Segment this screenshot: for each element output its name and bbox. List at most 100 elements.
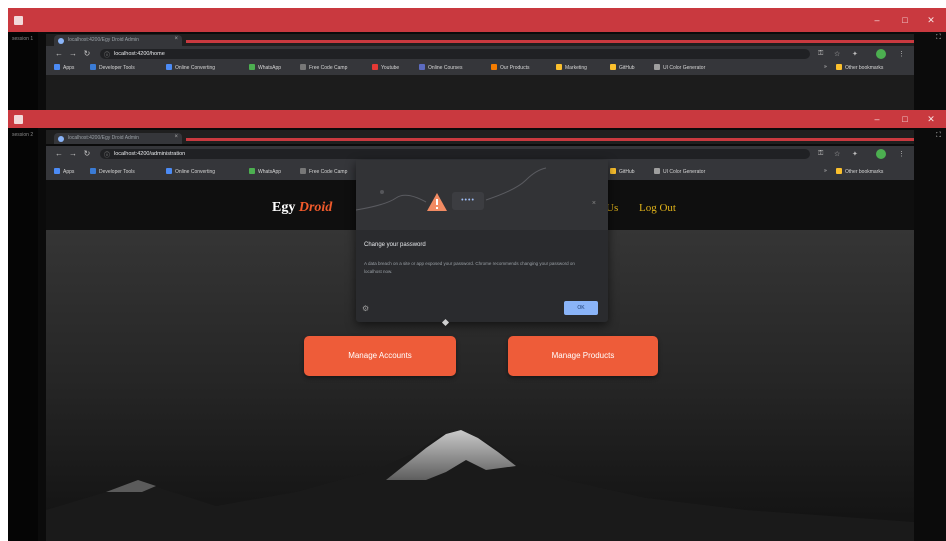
bookmark-favicon-icon [166,168,172,174]
back-tabstrip: localhost:4200/Egy Droid Admin × [46,34,914,46]
back-window-titlebar: – □ ✕ [8,8,946,32]
manage-products-button[interactable]: Manage Products [508,336,658,376]
tab-favicon-icon [58,38,64,44]
warning-icon [427,193,447,211]
menu-icon[interactable]: ⋮ [898,50,905,58]
bookmark-item[interactable]: Free Code Camp [300,168,347,177]
close-button[interactable]: ✕ [918,110,944,128]
back-arrow-icon[interactable]: ← [54,149,64,158]
tab-close-icon[interactable]: × [174,36,178,42]
bookmark-label: Online Converting [175,169,216,175]
front-active-tab[interactable]: localhost:4200/Egy Droid Admin × [54,133,182,144]
bookmark-item[interactable]: WhatsApp [249,168,281,177]
star-icon[interactable]: ☆ [834,150,840,158]
manage-accounts-button[interactable]: Manage Accounts [304,336,456,376]
password-dots: •••• [452,192,484,210]
profile-avatar[interactable] [876,149,886,159]
other-bookmarks[interactable]: Other bookmarks [836,64,883,73]
bookmark-label: Online Converting [175,65,216,71]
profile-avatar[interactable] [876,49,886,59]
minimize-button[interactable]: – [864,110,890,128]
bookmark-item[interactable]: Youtube [372,64,399,73]
corner-icon[interactable]: ⛶ [936,132,941,140]
bookmark-item[interactable]: Developer Tools [90,64,135,73]
reload-icon[interactable]: ↻ [82,49,92,58]
bookmark-item[interactable]: Our Products [491,64,529,73]
extension-icon[interactable]: ✦ [852,50,858,58]
back-omnibox[interactable]: ⓘ localhost:4200/home [100,49,810,59]
tab-title: localhost:4200/Egy Droid Admin [68,37,139,43]
maximize-button[interactable]: □ [892,110,918,128]
bookmark-label: Apps [63,169,75,175]
key-settings-icon[interactable]: ⚙ [362,304,369,313]
bookmark-label: WhatsApp [258,65,282,71]
info-icon[interactable]: ⓘ [104,50,110,59]
bookmark-item[interactable]: Developer Tools [90,168,135,177]
bookmarks-overflow-icon[interactable]: » [824,168,827,177]
star-icon[interactable]: ☆ [834,50,840,58]
folder-icon [836,64,842,70]
bookmark-label: UI Color Generator [663,169,706,175]
brand-logo[interactable]: Egy Droid [272,200,332,216]
bookmark-item[interactable]: Apps [54,168,74,177]
reload-icon[interactable]: ↻ [82,149,92,158]
maximize-button[interactable]: □ [892,8,918,32]
bookmark-item[interactable]: WhatsApp [249,64,281,73]
bookmark-label: Free Code Camp [309,169,348,175]
bookmark-favicon-icon [491,64,497,70]
bookmark-favicon-icon [610,168,616,174]
bookmark-item[interactable]: Online Courses [419,64,462,73]
back-bookmarks-bar: Apps Developer Tools Online Converting What… [46,62,914,75]
back-arrow-icon[interactable]: ← [54,49,64,58]
forward-arrow-icon[interactable]: → [68,49,78,58]
bookmark-item[interactable]: Free Code Camp [300,64,347,73]
forward-arrow-icon[interactable]: → [68,149,78,158]
bookmark-favicon-icon [54,64,60,70]
bookmark-favicon-icon [654,168,660,174]
bookmark-favicon-icon [419,64,425,70]
bookmark-item[interactable]: Online Converting [166,64,215,73]
minimize-button[interactable]: – [864,8,890,32]
bookmark-item[interactable]: Marketing [556,64,587,73]
bookmarks-overflow-icon[interactable]: » [824,64,827,73]
bookmark-item[interactable]: GitHub [610,168,635,177]
bookmark-item[interactable]: Online Converting [166,168,215,177]
dialog-ok-button[interactable]: OK [564,301,598,315]
bookmark-favicon-icon [249,168,255,174]
bookmark-favicon-icon [90,168,96,174]
brand-accent: Droid [298,200,333,215]
bookmark-label: WhatsApp [258,169,282,175]
key-icon[interactable]: ⚿ [818,150,823,158]
bookmark-favicon-icon [300,168,306,174]
bookmark-favicon-icon [54,168,60,174]
dialog-title: Change your password [364,242,426,248]
bookmark-label: Our Products [500,65,530,71]
nav-link-log-out[interactable]: Log Out [639,202,676,214]
bookmark-label: Free Code Camp [309,65,348,71]
back-tab-accent-line [186,40,914,43]
back-active-tab[interactable]: localhost:4200/Egy Droid Admin × [54,35,182,46]
bookmark-label: Marketing [565,65,587,71]
bookmark-label: GitHub [619,169,635,175]
bookmark-item[interactable]: UI Color Generator [654,64,705,73]
front-omnibox[interactable]: ⓘ localhost:4200/administration [100,149,810,159]
bookmark-item[interactable]: Apps [54,64,74,73]
bookmark-label: Developer Tools [99,65,135,71]
bookmark-item[interactable]: GitHub [610,64,635,73]
other-bookmarks[interactable]: Other bookmarks [836,168,883,177]
menu-icon[interactable]: ⋮ [898,150,905,158]
front-tab-accent-line [186,138,914,141]
dialog-close-icon[interactable]: × [592,200,596,207]
url-text: localhost:4200/home [114,51,165,57]
url-text: localhost:4200/administration [114,151,186,157]
corner-icon[interactable]: ⛶ [936,34,941,42]
info-icon[interactable]: ⓘ [104,150,110,159]
close-button[interactable]: ✕ [918,8,944,32]
back-window-content [46,75,914,110]
key-icon[interactable]: ⚿ [818,50,823,58]
tab-close-icon[interactable]: × [174,134,178,140]
extension-icon[interactable]: ✦ [852,150,858,158]
dialog-body: A data breach on a site or app exposed y… [364,261,575,274]
bookmark-item[interactable]: UI Color Generator [654,168,705,177]
bookmark-favicon-icon [556,64,562,70]
